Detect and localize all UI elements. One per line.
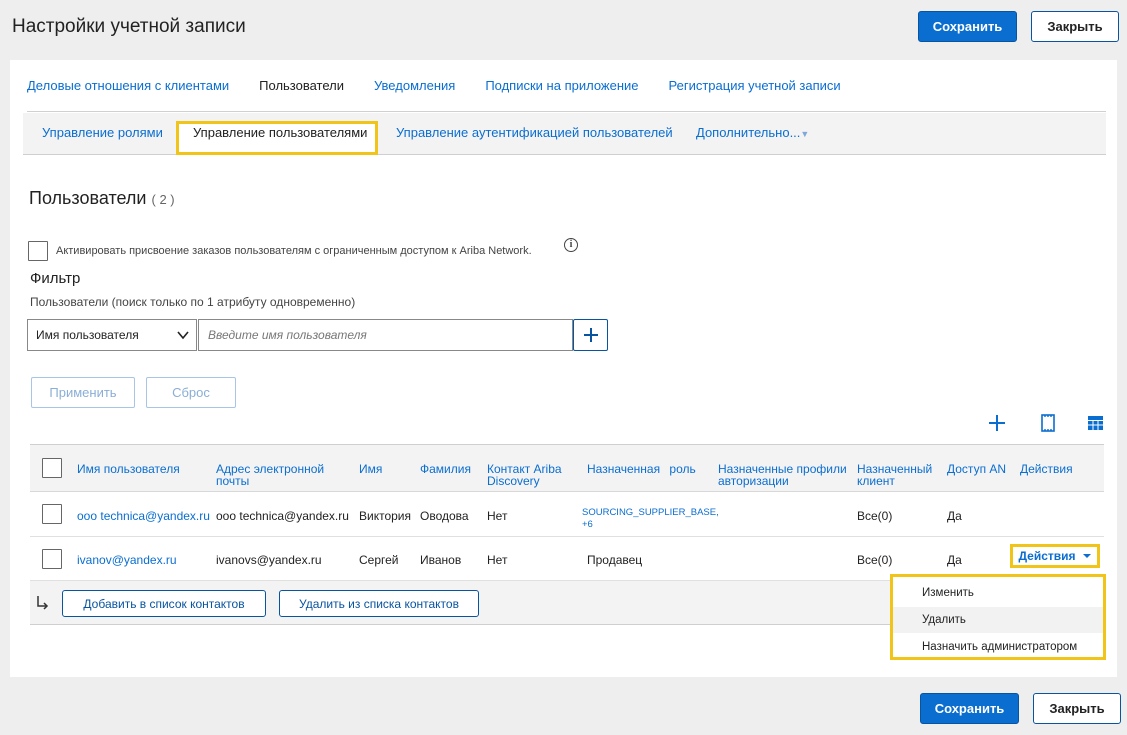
- row-checkbox[interactable]: [42, 504, 62, 524]
- return-arrow-icon: [37, 596, 49, 610]
- col-an-access[interactable]: Доступ AN: [947, 463, 1006, 475]
- row-actions-label: Действия: [1018, 549, 1076, 563]
- row-checkbox[interactable]: [42, 549, 62, 569]
- tab-account-registration[interactable]: Регистрация учетной записи: [669, 78, 841, 93]
- col-email[interactable]: Адрес электронной почты: [216, 463, 336, 487]
- menu-item-edit[interactable]: Изменить: [893, 580, 1103, 606]
- export-icon[interactable]: [1040, 414, 1056, 432]
- row-username-link[interactable]: ivanov@yandex.ru: [77, 553, 177, 567]
- subtab-manage-auth[interactable]: Управление аутентификацией пользователей: [396, 125, 673, 140]
- col-auth-profiles[interactable]: Назначенные профили авторизации: [718, 463, 848, 487]
- col-last-name[interactable]: Фамилия: [420, 463, 471, 475]
- chevron-down-icon: [177, 331, 189, 340]
- menu-item-make-admin[interactable]: Назначить администратором: [893, 634, 1103, 660]
- users-title: Пользователи: [29, 188, 147, 208]
- col-client[interactable]: Назначенный клиент: [857, 463, 937, 487]
- tab-customer-relationships[interactable]: Деловые отношения с клиентами: [27, 78, 229, 93]
- add-user-icon[interactable]: [988, 414, 1006, 432]
- tab-users[interactable]: Пользователи: [259, 78, 344, 93]
- col-first-name[interactable]: Имя: [359, 463, 382, 475]
- save-button-bottom[interactable]: Сохранить: [920, 693, 1019, 724]
- row-client: Все(0): [857, 553, 893, 567]
- table-row: ooo technica@yandex.ru ooo technica@yand…: [30, 492, 1104, 537]
- table-settings-icon[interactable]: [1088, 416, 1103, 430]
- filter-subtitle: Пользователи (поиск только по 1 атрибуту…: [30, 295, 356, 309]
- restricted-access-label: Активировать присвоение заказов пользова…: [56, 245, 532, 257]
- reset-button[interactable]: Сброс: [146, 377, 236, 408]
- menu-item-delete[interactable]: Удалить: [893, 607, 1103, 633]
- subtab-more-label: Дополнительно...: [696, 125, 801, 140]
- row-an-access: Да: [947, 553, 962, 567]
- restricted-access-checkbox[interactable]: [28, 241, 48, 261]
- row-role-link[interactable]: SOURCING_SUPPLIER_BASE, +6: [582, 507, 722, 531]
- row-email: ivanovs@yandex.ru: [216, 553, 322, 567]
- col-actions: Действия: [1020, 462, 1073, 476]
- plus-icon: [583, 328, 598, 342]
- row-contact: Нет: [487, 553, 508, 567]
- filter-search-input[interactable]: Введите имя пользователя: [198, 319, 573, 351]
- row-first-name: Виктория: [359, 509, 412, 523]
- row-first-name: Сергей: [359, 553, 399, 567]
- remove-from-contacts-button[interactable]: Удалить из списка контактов: [279, 590, 479, 617]
- col-username[interactable]: Имя пользователя: [77, 463, 180, 475]
- add-filter-button[interactable]: [573, 319, 608, 351]
- close-button-top[interactable]: Закрыть: [1031, 11, 1119, 42]
- secondary-tabs: Управление ролями Управление пользовател…: [23, 113, 1106, 155]
- row-an-access: Да: [947, 509, 962, 523]
- subtab-manage-users[interactable]: Управление пользователями: [193, 125, 367, 140]
- tab-notifications[interactable]: Уведомления: [374, 78, 455, 93]
- filter-attribute-select[interactable]: Имя пользователя: [27, 319, 197, 351]
- add-to-contacts-button[interactable]: Добавить в список контактов: [62, 590, 266, 617]
- caret-down-icon: [1082, 554, 1091, 558]
- subtab-more[interactable]: Дополнительно...▼: [696, 125, 809, 140]
- actions-dropdown-menu: Изменить Удалить Назначить администратор…: [890, 574, 1106, 660]
- users-count: ( 2 ): [151, 192, 175, 207]
- tab-app-subscriptions[interactable]: Подписки на приложение: [485, 78, 638, 93]
- row-actions-button[interactable]: Действия: [1010, 544, 1100, 568]
- row-email: ooo technica@yandex.ru: [216, 509, 349, 523]
- select-all-checkbox[interactable]: [42, 458, 62, 478]
- primary-tabs: Деловые отношения с клиентами Пользовате…: [27, 60, 1106, 112]
- caret-down-icon: ▼: [800, 129, 810, 139]
- users-section-title: Пользователи ( 2 ): [29, 188, 175, 209]
- info-icon[interactable]: i: [564, 238, 578, 252]
- filter-title: Фильтр: [30, 270, 81, 287]
- row-role: Продавец: [587, 553, 643, 567]
- table-header: Имя пользователя Адрес электронной почты…: [30, 444, 1104, 492]
- filter-attribute-value: Имя пользователя: [36, 328, 139, 342]
- row-client: Все(0): [857, 509, 893, 523]
- row-last-name: Оводова: [420, 509, 469, 523]
- row-contact: Нет: [487, 509, 508, 523]
- close-button-bottom[interactable]: Закрыть: [1033, 693, 1121, 724]
- apply-button[interactable]: Применить: [31, 377, 135, 408]
- col-contact[interactable]: Контакт Ariba Discovery: [487, 463, 577, 487]
- row-username-link[interactable]: ooo technica@yandex.ru: [77, 509, 210, 523]
- col-role[interactable]: Назначенная роль: [587, 463, 696, 475]
- page-title: Настройки учетной записи: [12, 16, 246, 37]
- row-last-name: Иванов: [420, 553, 462, 567]
- subtab-manage-roles[interactable]: Управление ролями: [42, 125, 163, 140]
- save-button-top[interactable]: Сохранить: [918, 11, 1017, 42]
